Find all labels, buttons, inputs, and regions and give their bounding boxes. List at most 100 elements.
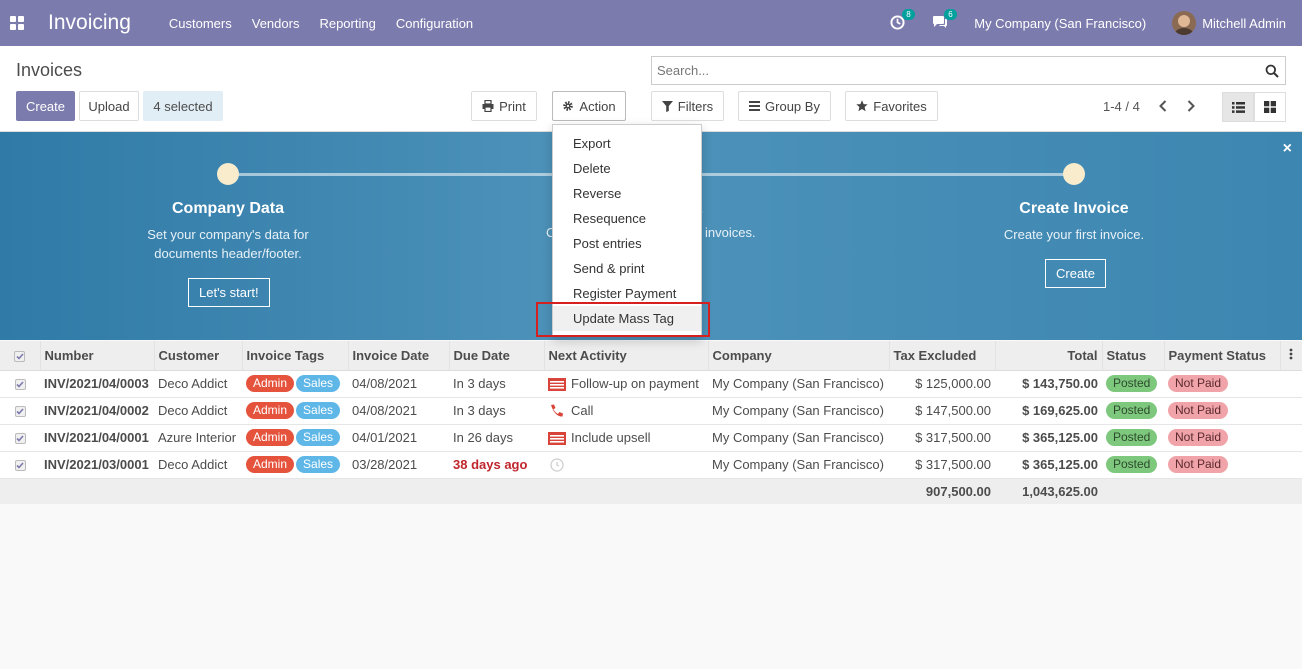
- menu-customers[interactable]: Customers: [169, 16, 232, 31]
- bars-icon: [749, 101, 761, 111]
- column-invoice-date[interactable]: Invoice Date: [348, 341, 450, 371]
- cell-tags: Admin Sales: [242, 370, 348, 398]
- messages-count-badge: 6: [944, 9, 957, 20]
- activity-summary: Call: [571, 402, 594, 418]
- menu-configuration[interactable]: Configuration: [396, 16, 473, 31]
- chevron-right-icon: [1187, 100, 1195, 112]
- cell-invoice-date: 04/08/2021: [348, 370, 449, 398]
- status-badge: Posted: [1106, 456, 1158, 473]
- column-status[interactable]: Status: [1102, 341, 1165, 371]
- cell-tags: Admin Sales: [242, 451, 348, 479]
- step-1-description: Set your company's data for documents he…: [147, 227, 309, 261]
- group-by-button[interactable]: Group By: [738, 91, 831, 121]
- cell-next-activity[interactable]: Call: [544, 397, 708, 425]
- favorites-button[interactable]: Favorites: [845, 91, 938, 121]
- column-total[interactable]: Total: [995, 341, 1103, 371]
- email-activity-icon: [548, 432, 566, 446]
- user-menu[interactable]: Mitchell Admin: [1172, 11, 1286, 35]
- filters-button[interactable]: Filters: [651, 91, 724, 121]
- cell-next-activity[interactable]: Include upsell: [544, 424, 708, 452]
- row-checkbox[interactable]: [14, 379, 26, 391]
- cell-total: $ 143,750.00: [995, 370, 1102, 398]
- column-customer[interactable]: Customer: [154, 341, 243, 371]
- phone-activity-icon: [551, 404, 563, 417]
- row-checkbox[interactable]: [14, 460, 26, 472]
- messages-chat-icon[interactable]: 6: [932, 9, 957, 31]
- grid-icon: [1264, 101, 1276, 113]
- cell-next-activity[interactable]: Follow-up on payment: [544, 370, 708, 398]
- print-button[interactable]: Print: [471, 91, 537, 121]
- app-title[interactable]: Invoicing: [48, 11, 131, 35]
- gear-icon: [563, 101, 574, 111]
- action-button[interactable]: Action: [552, 91, 626, 121]
- invoice-list: Number Customer Invoice Tags Invoice Dat…: [0, 341, 1302, 504]
- pager-next-button[interactable]: [1183, 98, 1199, 114]
- menu-item-export[interactable]: Export: [553, 131, 701, 156]
- cell-tags: Admin Sales: [242, 424, 348, 452]
- menu-vendors[interactable]: Vendors: [252, 16, 300, 31]
- row-checkbox[interactable]: [14, 406, 26, 418]
- optional-columns-toggle[interactable]: [1280, 341, 1302, 371]
- upload-button[interactable]: Upload: [79, 91, 139, 121]
- select-all-checkbox[interactable]: [14, 350, 26, 362]
- cell-invoice-date: 03/28/2021: [348, 451, 449, 479]
- table-row[interactable]: INV/2021/04/0001 Azure Interior Admin Sal…: [0, 424, 1302, 452]
- pager-value[interactable]: 1-4 / 4: [1103, 99, 1140, 114]
- create-invoice-button[interactable]: Create: [1045, 259, 1107, 288]
- search-input[interactable]: [657, 63, 1265, 78]
- activity-count-badge: 8: [902, 9, 915, 20]
- pager-previous-button[interactable]: [1155, 98, 1171, 114]
- status-badge: Posted: [1106, 429, 1158, 446]
- tag-admin: Admin: [246, 402, 295, 419]
- column-company[interactable]: Company: [708, 341, 890, 371]
- close-icon[interactable]: ×: [1283, 140, 1292, 158]
- top-navbar: Invoicing Customers Vendors Reporting Co…: [0, 0, 1302, 46]
- clock-activity-icon: [550, 458, 564, 472]
- step-2-description-end: invoices.: [705, 225, 756, 240]
- cell-next-activity[interactable]: [544, 451, 708, 479]
- activity-clock-icon[interactable]: 8: [890, 9, 915, 31]
- cell-total: $ 169,625.00: [995, 397, 1102, 425]
- row-checkbox[interactable]: [14, 433, 26, 445]
- menu-item-post-entries[interactable]: Post entries: [553, 231, 701, 256]
- cell-payment-status: Not Paid: [1164, 424, 1280, 452]
- list-view-button[interactable]: [1222, 92, 1254, 122]
- activity-summary: Follow-up on payment: [571, 375, 699, 391]
- apps-menu-icon[interactable]: [10, 16, 24, 30]
- column-tax-excluded[interactable]: Tax Excluded: [889, 341, 996, 371]
- column-next-activity[interactable]: Next Activity: [544, 341, 709, 371]
- table-header: Number Customer Invoice Tags Invoice Dat…: [0, 341, 1302, 371]
- cell-customer: Azure Interior: [154, 424, 242, 452]
- create-button[interactable]: Create: [16, 91, 75, 121]
- search-icon[interactable]: [1265, 64, 1279, 78]
- column-due-date[interactable]: Due Date: [449, 341, 545, 371]
- table-row[interactable]: INV/2021/04/0002 Deco Addict Admin Sales …: [0, 397, 1302, 425]
- cell-invoice-date: 04/01/2021: [348, 424, 449, 452]
- lets-start-button[interactable]: Let's start!: [188, 278, 270, 307]
- column-number[interactable]: Number: [40, 341, 155, 371]
- company-switcher[interactable]: My Company (San Francisco): [974, 16, 1146, 31]
- menu-item-send-print[interactable]: Send & print: [553, 256, 701, 281]
- menu-item-reverse[interactable]: Reverse: [553, 181, 701, 206]
- table-row[interactable]: INV/2021/03/0001 Deco Addict Admin Sales …: [0, 451, 1302, 479]
- menu-item-resequence[interactable]: Resequence: [553, 206, 701, 231]
- email-activity-icon: [548, 378, 566, 392]
- cell-number: INV/2021/04/0003: [40, 370, 154, 398]
- user-name: Mitchell Admin: [1202, 15, 1286, 31]
- filters-label: Filters: [677, 98, 714, 114]
- star-icon: [856, 100, 868, 112]
- menu-reporting[interactable]: Reporting: [319, 16, 375, 31]
- cell-payment-status: Not Paid: [1164, 451, 1280, 479]
- cell-due-date: In 3 days: [449, 397, 544, 425]
- menu-item-delete[interactable]: Delete: [553, 156, 701, 181]
- control-panel: Invoices Create Upload 4 selected Print …: [0, 46, 1302, 132]
- cell-tax-excluded: $ 317,500.00: [889, 424, 995, 452]
- menu-item-update-mass-tag[interactable]: Update Mass Tag: [553, 306, 701, 331]
- cell-company: My Company (San Francisco): [708, 370, 889, 398]
- menu-item-register-payment[interactable]: Register Payment: [553, 281, 701, 306]
- funnel-icon: [661, 100, 673, 112]
- table-row[interactable]: INV/2021/04/0003 Deco Addict Admin Sales …: [0, 370, 1302, 398]
- column-payment-status[interactable]: Payment Status: [1164, 341, 1281, 371]
- kanban-view-button[interactable]: [1254, 92, 1286, 122]
- column-invoice-tags[interactable]: Invoice Tags: [242, 341, 349, 371]
